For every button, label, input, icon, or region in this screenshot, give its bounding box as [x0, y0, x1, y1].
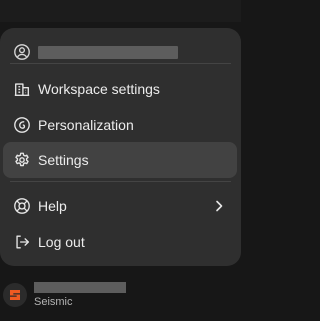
menu-item-label: Workspace settings — [38, 81, 160, 97]
building-icon — [12, 79, 32, 99]
lifebuoy-icon — [12, 196, 32, 216]
menu-item-help[interactable]: Help — [3, 188, 237, 224]
menu-item-label: Settings — [38, 152, 89, 168]
menu-item-label: Help — [38, 198, 67, 214]
account-email-redacted — [38, 45, 178, 59]
menu-item-personalization[interactable]: Personalization — [3, 107, 237, 143]
user-profile-button[interactable]: Seismic — [0, 276, 241, 316]
logout-icon — [12, 232, 32, 252]
divider — [10, 63, 231, 64]
user-name-redacted — [34, 282, 126, 293]
user-circle-icon — [12, 42, 32, 62]
personalization-icon — [12, 115, 32, 135]
menu-item-settings[interactable]: Settings — [3, 142, 237, 178]
account-menu: Workspace settings Personalization Setti… — [0, 28, 241, 266]
org-logo-avatar — [3, 283, 27, 307]
chevron-right-icon — [216, 200, 223, 212]
menu-item-label: Log out — [38, 234, 85, 250]
account-email-row — [12, 40, 212, 64]
gear-icon — [12, 150, 32, 170]
seismic-logo-icon — [10, 290, 20, 300]
menu-item-log-out[interactable]: Log out — [3, 224, 237, 260]
divider — [10, 181, 231, 182]
menu-item-label: Personalization — [38, 117, 134, 133]
top-strip — [0, 0, 241, 22]
page: Workspace settings Personalization Setti… — [0, 0, 241, 321]
menu-item-workspace-settings[interactable]: Workspace settings — [3, 71, 237, 107]
user-org-name: Seismic — [34, 296, 73, 308]
